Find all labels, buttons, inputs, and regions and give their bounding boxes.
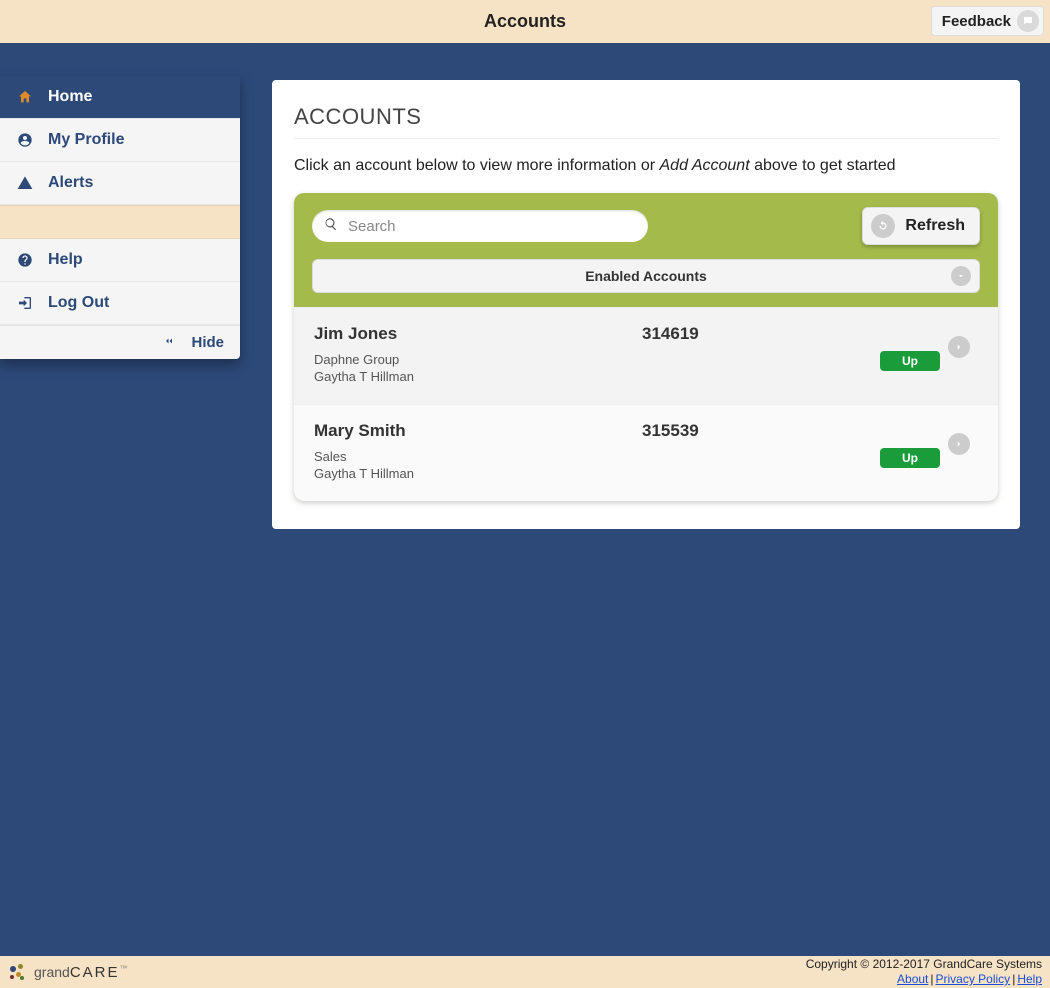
- copyright-text: Copyright © 2012-2017 GrandCare Systems: [806, 957, 1042, 972]
- intro-post: above to get started: [750, 157, 896, 174]
- footer: grandCARE™ Copyright © 2012-2017 GrandCa…: [0, 956, 1050, 988]
- account-group: Sales: [314, 449, 634, 466]
- content-card: ACCOUNTS Click an account below to view …: [272, 80, 1020, 529]
- feedback-button[interactable]: Feedback: [931, 6, 1044, 36]
- home-icon: [16, 89, 34, 105]
- sidebar-hide-toggle[interactable]: Hide: [0, 325, 240, 359]
- sidebar-hide-label: Hide: [191, 334, 224, 351]
- intro-pre: Click an account below to view more info…: [294, 157, 660, 174]
- divider: [294, 138, 998, 139]
- refresh-icon: [871, 214, 895, 238]
- logout-icon: [16, 295, 34, 311]
- page-title: Accounts: [0, 0, 1050, 43]
- content-heading: ACCOUNTS: [294, 104, 998, 130]
- account-id: 315539: [642, 421, 842, 441]
- brand-text-big: CARE: [70, 964, 120, 981]
- sidebar-item-alerts[interactable]: Alerts: [0, 162, 240, 205]
- chevron-double-left-icon: [163, 334, 175, 351]
- alert-triangle-icon: [16, 175, 34, 191]
- brand-dots-icon: [8, 962, 28, 982]
- brand-logo: grandCARE™: [8, 962, 128, 982]
- sidebar-item-label: Alerts: [48, 174, 93, 192]
- refresh-button[interactable]: Refresh: [862, 207, 980, 245]
- sidebar-item-logout[interactable]: Log Out: [0, 282, 240, 325]
- question-circle-icon: [16, 252, 34, 268]
- search-input[interactable]: [346, 217, 636, 236]
- intro-text: Click an account below to view more info…: [294, 157, 998, 175]
- footer-link-help[interactable]: Help: [1017, 972, 1042, 986]
- sidebar-spacer: [0, 205, 240, 239]
- sidebar: Home My Profile Alerts Help Log Out Hide: [0, 76, 240, 359]
- sidebar-item-label: My Profile: [48, 131, 124, 149]
- refresh-label: Refresh: [905, 217, 965, 235]
- enabled-accounts-filter[interactable]: Enabled Accounts: [312, 259, 980, 293]
- filter-label: Enabled Accounts: [585, 268, 707, 284]
- footer-link-privacy[interactable]: Privacy Policy: [936, 972, 1011, 986]
- accounts-panel: Refresh Enabled Accounts Jim Jones Daphn…: [294, 193, 998, 501]
- sidebar-item-label: Home: [48, 88, 92, 106]
- sidebar-item-home[interactable]: Home: [0, 76, 240, 119]
- sidebar-item-label: Help: [48, 251, 83, 269]
- feedback-label: Feedback: [942, 13, 1011, 30]
- brand-text-small: grand: [34, 964, 70, 980]
- account-owner: Gaytha T Hillman: [314, 466, 634, 483]
- account-id: 314619: [642, 324, 842, 344]
- account-name: Jim Jones: [314, 324, 634, 344]
- sidebar-item-help[interactable]: Help: [0, 239, 240, 282]
- account-row[interactable]: Mary Smith Sales Gaytha T Hillman 315539…: [294, 404, 998, 501]
- footer-link-about[interactable]: About: [897, 972, 928, 986]
- chevron-right-icon[interactable]: [948, 433, 970, 455]
- account-owner: Gaytha T Hillman: [314, 369, 634, 386]
- intro-em: Add Account: [660, 157, 750, 174]
- accounts-toolbar: Refresh: [294, 193, 998, 259]
- user-circle-icon: [16, 132, 34, 148]
- status-badge: Up: [880, 351, 940, 371]
- search-icon: [324, 217, 338, 236]
- account-name: Mary Smith: [314, 421, 634, 441]
- status-badge: Up: [880, 448, 940, 468]
- trademark-symbol: ™: [120, 964, 128, 973]
- account-group: Daphne Group: [314, 352, 634, 369]
- sidebar-item-label: Log Out: [48, 294, 109, 312]
- sidebar-item-my-profile[interactable]: My Profile: [0, 119, 240, 162]
- speech-bubble-icon: [1017, 10, 1039, 32]
- chevron-right-icon[interactable]: [948, 336, 970, 358]
- account-row[interactable]: Jim Jones Daphne Group Gaytha T Hillman …: [294, 307, 998, 404]
- chevron-down-icon: [951, 266, 971, 286]
- top-bar: Accounts Feedback: [0, 0, 1050, 43]
- search-field-wrap[interactable]: [312, 210, 648, 242]
